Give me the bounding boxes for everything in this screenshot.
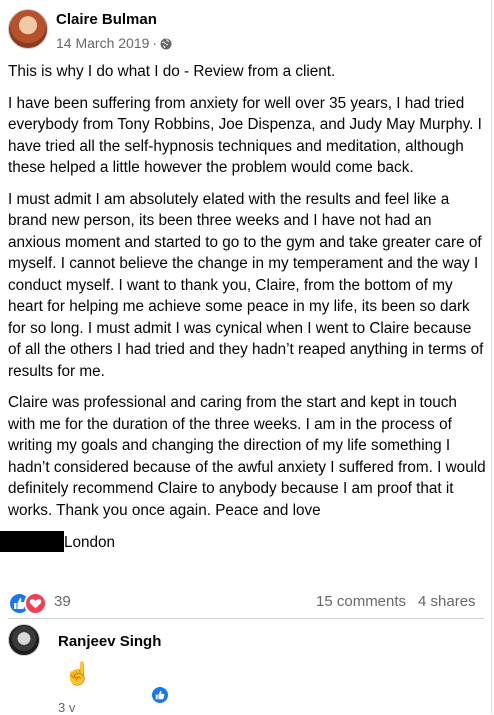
author-name[interactable]: Claire Bulman <box>56 11 157 28</box>
comment-emoji: ☝️ <box>64 661 92 686</box>
post-date[interactable]: 14 March 2019 <box>56 35 149 51</box>
post-signature: London <box>0 531 488 554</box>
comments-count-link[interactable]: 15 comments <box>316 593 406 610</box>
redacted-name <box>0 531 64 552</box>
reaction-count[interactable]: 39 <box>54 593 71 610</box>
post-paragraph: I must admit I am absolutely elated with… <box>8 190 484 380</box>
commenter-avatar[interactable] <box>8 624 40 656</box>
post-card: Claire Bulman 14 March 2019 · This is why… <box>0 0 492 715</box>
post-stats: 39 15 comments 4 shares <box>0 590 480 615</box>
post-paragraph: I have been suffering from anxiety for w… <box>8 94 482 177</box>
post-paragraph: This is why I do what I do - Review from… <box>8 63 336 80</box>
comment-item: Ranjeev Singh ☝️ 3 v <box>8 624 478 715</box>
post-body: This is why I do what I do - Review from… <box>0 61 488 554</box>
globe-icon <box>160 37 172 53</box>
post-meta: 14 March 2019 · <box>56 35 172 53</box>
shares-count-link[interactable]: 4 shares <box>418 593 476 610</box>
love-icon <box>24 592 47 615</box>
commenter-name[interactable]: Ranjeev Singh <box>58 633 161 650</box>
signature-location: London <box>64 534 116 551</box>
comment-timestamp[interactable]: 3 v <box>58 700 75 715</box>
post-paragraph: Claire was professional and caring from … <box>8 394 486 519</box>
divider <box>8 618 484 619</box>
meta-separator: · <box>152 35 158 51</box>
like-icon[interactable] <box>150 685 170 705</box>
author-avatar[interactable] <box>8 9 48 49</box>
reaction-icons[interactable] <box>8 592 48 615</box>
